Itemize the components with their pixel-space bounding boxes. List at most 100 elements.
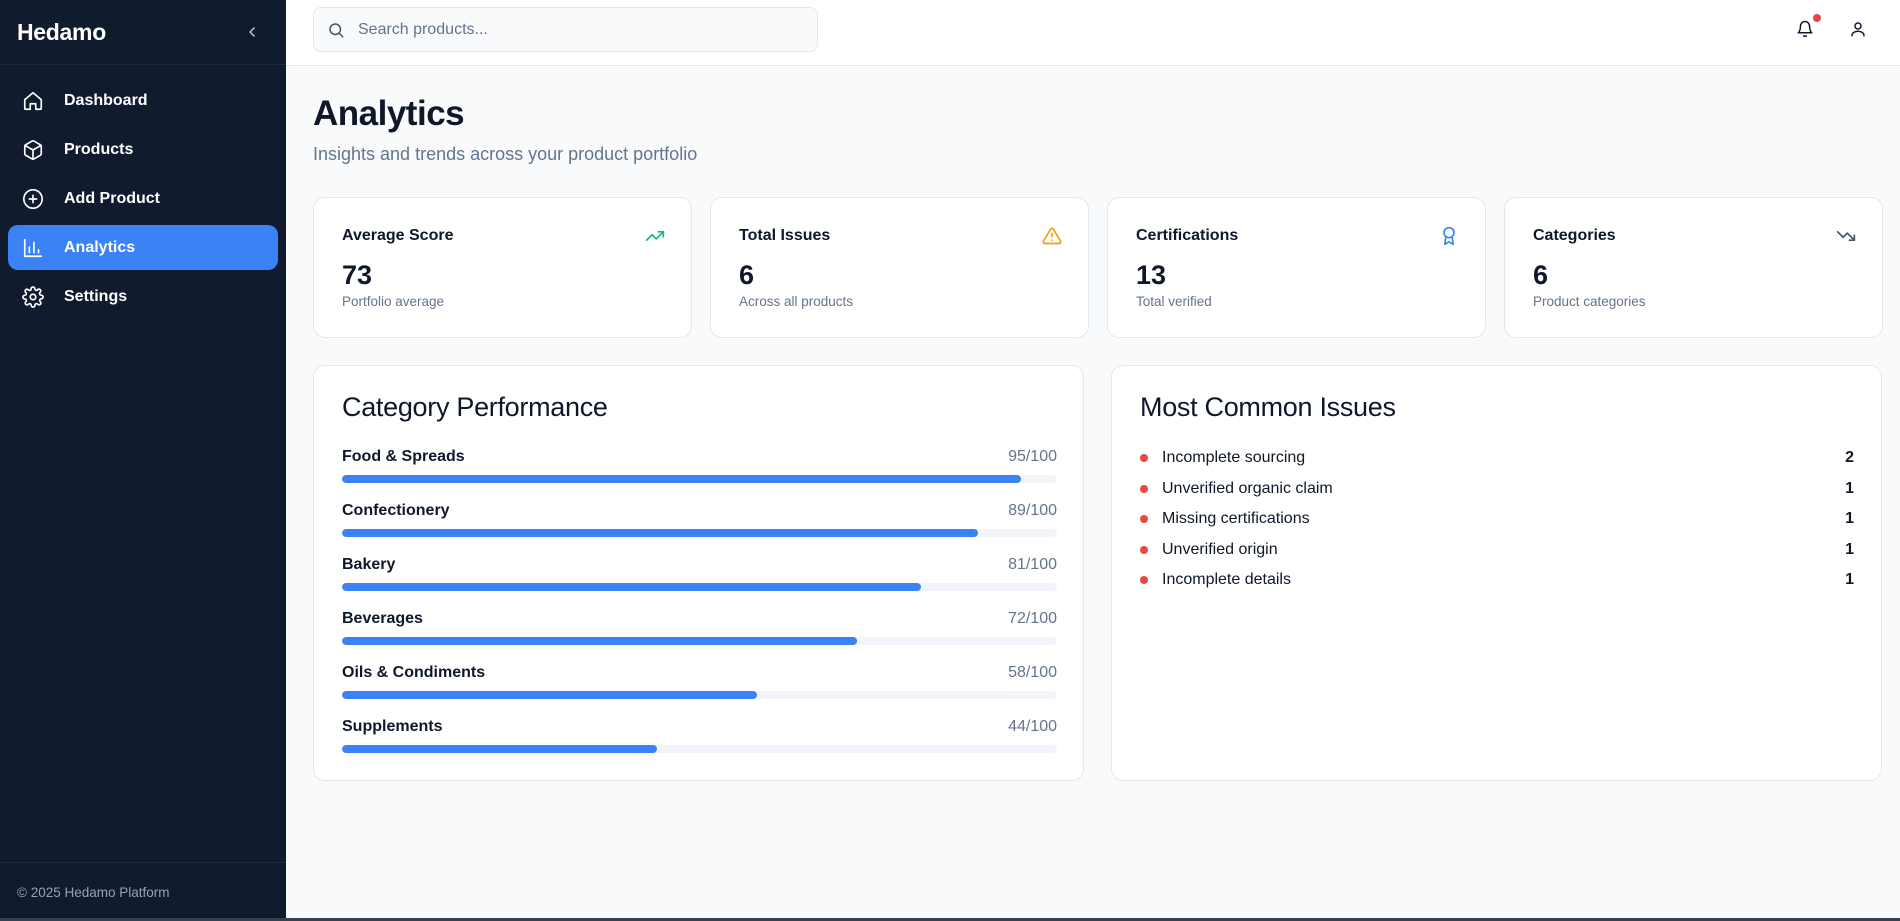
stat-title: Total Issues <box>739 227 831 244</box>
issue-label: Unverified origin <box>1162 540 1278 558</box>
common-issues-panel: Most Common Issues Incomplete sourcing 2… <box>1111 365 1882 781</box>
issue-row: Incomplete details 1 <box>1140 560 1854 601</box>
category-score: 44/100 <box>1008 718 1057 735</box>
notifications-button[interactable] <box>1792 14 1821 42</box>
stat-title: Average Score <box>342 227 454 244</box>
category-row: Food & Spreads 95/100 <box>342 448 1057 502</box>
category-score: 72/100 <box>1008 610 1057 627</box>
stat-description: Total verified <box>1136 294 1212 309</box>
stat-value: 6 <box>1533 260 1549 290</box>
brand-logo[interactable]: Hedamo <box>17 19 106 46</box>
issue-label: Unverified organic claim <box>1162 479 1333 497</box>
issue-label: Incomplete details <box>1162 571 1291 589</box>
issue-dot-icon <box>1140 454 1148 463</box>
category-row: Bakery 81/100 <box>342 556 1057 610</box>
chevron-left-icon <box>249 27 255 37</box>
category-score: 89/100 <box>1008 502 1057 519</box>
progress-fill <box>342 475 1022 483</box>
issue-count: 1 <box>1845 540 1854 558</box>
stat-description: Portfolio average <box>342 294 445 309</box>
stat-title: Certifications <box>1136 227 1239 244</box>
plus-circle-icon <box>22 188 44 210</box>
stat-value: 6 <box>739 260 755 290</box>
progress-fill <box>342 745 657 753</box>
issue-count: 1 <box>1845 479 1854 497</box>
sidebar-footer: © 2025 Hedamo Platform <box>0 862 286 921</box>
trending-down-icon <box>1836 231 1856 241</box>
category-name: Oils & Condiments <box>342 664 486 681</box>
issue-dot-icon <box>1140 545 1148 554</box>
stat-value: 73 <box>342 260 373 290</box>
page-subtitle: Insights and trends across your product … <box>313 144 698 164</box>
progress-track <box>342 691 1057 699</box>
bell-icon <box>1797 20 1813 38</box>
warning-icon <box>1042 227 1062 245</box>
stat-description: Product categories <box>1533 294 1646 309</box>
sidebar-item-analytics[interactable]: Analytics <box>8 225 278 270</box>
category-score: 81/100 <box>1008 556 1057 573</box>
issue-count: 1 <box>1845 571 1854 589</box>
issue-label: Incomplete sourcing <box>1162 449 1306 467</box>
sidebar-item-label: Settings <box>64 287 128 305</box>
issue-dot-icon <box>1140 515 1148 524</box>
sidebar-item-label: Add Product <box>64 189 160 207</box>
bar-chart-icon <box>22 237 44 259</box>
progress-track <box>342 745 1057 753</box>
sidebar-item-label: Products <box>64 140 134 158</box>
stat-card-average-score: Average Score 73 Portfolio average <box>313 197 692 338</box>
box-icon <box>22 139 44 161</box>
progress-fill <box>342 637 857 645</box>
stat-value: 13 <box>1136 260 1167 290</box>
issue-count: 1 <box>1845 510 1854 528</box>
panel-title: Category Performance <box>342 392 608 422</box>
category-name: Beverages <box>342 610 423 627</box>
stat-description: Across all products <box>739 294 854 309</box>
issue-dot-icon <box>1140 576 1148 585</box>
category-row: Oils & Condiments 58/100 <box>342 664 1057 718</box>
sidebar-header: Hedamo <box>0 0 286 65</box>
issue-dot-icon <box>1140 484 1148 493</box>
sidebar-nav: Dashboard Products Add Product Analytics… <box>0 65 286 336</box>
sidebar-item-products[interactable]: Products <box>8 127 278 172</box>
progress-fill <box>342 529 979 537</box>
sidebar-item-label: Analytics <box>64 238 136 256</box>
panel-title: Most Common Issues <box>1140 392 1396 422</box>
category-name: Supplements <box>342 718 443 735</box>
stat-card-certifications: Certifications 13 Total verified <box>1107 197 1486 338</box>
sidebar-item-settings[interactable]: Settings <box>8 274 278 319</box>
search-box[interactable] <box>313 7 818 52</box>
stat-title: Categories <box>1533 227 1616 244</box>
category-row: Beverages 72/100 <box>342 610 1057 664</box>
search-icon <box>329 22 344 37</box>
progress-fill <box>342 583 922 591</box>
user-icon <box>1851 22 1865 37</box>
category-row: Supplements 44/100 <box>342 718 1057 772</box>
trending-up-icon <box>645 231 665 241</box>
category-performance-list: Food & Spreads 95/100 Confectionery 89/100… <box>342 448 1057 772</box>
search-input[interactable] <box>358 20 798 39</box>
sidebar-item-add-product[interactable]: Add Product <box>8 176 278 221</box>
progress-track <box>342 529 1057 537</box>
stat-card-categories: Categories 6 Product categories <box>1504 197 1883 338</box>
category-name: Food & Spreads <box>342 448 465 465</box>
notification-badge <box>1813 14 1821 22</box>
issue-label: Missing certifications <box>1162 510 1310 528</box>
award-icon <box>1443 226 1455 246</box>
issue-count: 2 <box>1845 449 1854 467</box>
category-row: Confectionery 89/100 <box>342 502 1057 556</box>
gear-icon <box>22 285 44 308</box>
home-icon <box>22 90 44 112</box>
user-menu-button[interactable] <box>1845 16 1871 42</box>
category-score: 95/100 <box>1008 448 1057 465</box>
topbar <box>286 0 1900 66</box>
category-name: Confectionery <box>342 502 450 519</box>
sidebar-item-dashboard[interactable]: Dashboard <box>8 78 278 123</box>
sidebar-item-label: Dashboard <box>64 91 148 109</box>
main-content: Analytics Insights and trends across you… <box>313 66 1883 781</box>
sidebar: Hedamo Dashboard Products Add Product An… <box>0 0 286 921</box>
page-title: Analytics <box>313 94 465 133</box>
stats-row: Average Score 73 Portfolio average Total… <box>313 197 1883 338</box>
progress-fill <box>342 691 757 699</box>
collapse-sidebar-button[interactable] <box>240 20 264 44</box>
progress-track <box>342 583 1057 591</box>
